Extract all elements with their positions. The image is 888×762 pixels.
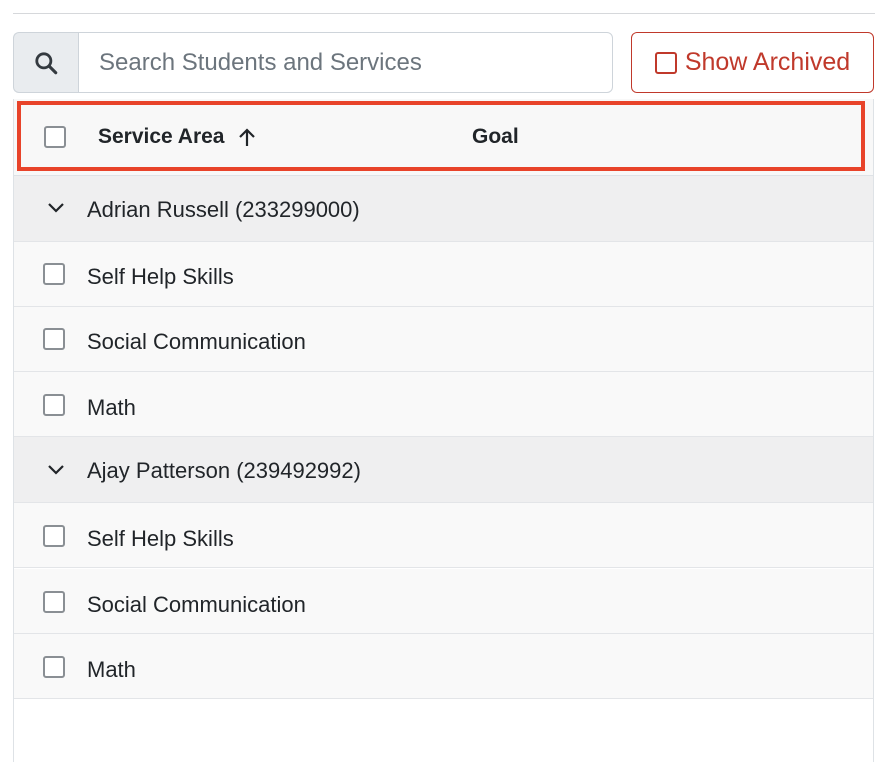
service-area-header-label: Service Area (98, 125, 225, 148)
table-row[interactable]: Math (14, 372, 873, 437)
select-all-checkbox[interactable] (44, 126, 66, 148)
search-button[interactable] (13, 32, 78, 93)
student-group-row[interactable]: Ajay Patterson (239492992) (14, 437, 873, 503)
chevron-down-icon[interactable] (47, 462, 65, 476)
row-checkbox[interactable] (43, 328, 65, 350)
row-checkbox[interactable] (43, 263, 65, 285)
top-divider (13, 13, 875, 14)
show-archived-label: Show Archived (684, 48, 851, 76)
service-area-cell: Social Communication (87, 329, 306, 354)
chevron-down-icon[interactable] (47, 200, 65, 214)
student-name: Ajay Patterson (239492992) (87, 458, 361, 483)
goal-column-header[interactable]: Goal (472, 125, 519, 149)
row-checkbox[interactable] (43, 656, 65, 678)
arrow-up-icon (239, 128, 256, 146)
service-area-cell: Self Help Skills (87, 264, 234, 289)
table-row[interactable]: Self Help Skills (14, 242, 873, 307)
table-row[interactable]: Social Communication (14, 569, 873, 634)
student-name: Adrian Russell (233299000) (87, 197, 360, 222)
search-input[interactable] (78, 32, 613, 93)
service-area-cell: Math (87, 657, 136, 682)
checkbox-icon (654, 51, 677, 74)
services-table: Service Area Goal Adrian Russell (233299… (13, 99, 874, 762)
service-area-cell: Social Communication (87, 592, 306, 617)
table-row[interactable]: Social Communication (14, 307, 873, 372)
table-row[interactable]: Self Help Skills (14, 503, 873, 568)
service-area-cell: Math (87, 395, 136, 420)
table-row[interactable]: Math (14, 634, 873, 699)
student-group-row[interactable]: Adrian Russell (233299000) (14, 176, 873, 242)
show-archived-button[interactable]: Show Archived (631, 32, 874, 93)
service-area-cell: Self Help Skills (87, 526, 234, 551)
table-header: Service Area Goal (14, 99, 873, 176)
row-checkbox[interactable] (43, 394, 65, 416)
row-checkbox[interactable] (43, 591, 65, 613)
service-area-column-header[interactable]: Service Area (98, 125, 256, 149)
search-bar (13, 32, 613, 93)
search-icon (35, 51, 58, 74)
row-checkbox[interactable] (43, 525, 65, 547)
